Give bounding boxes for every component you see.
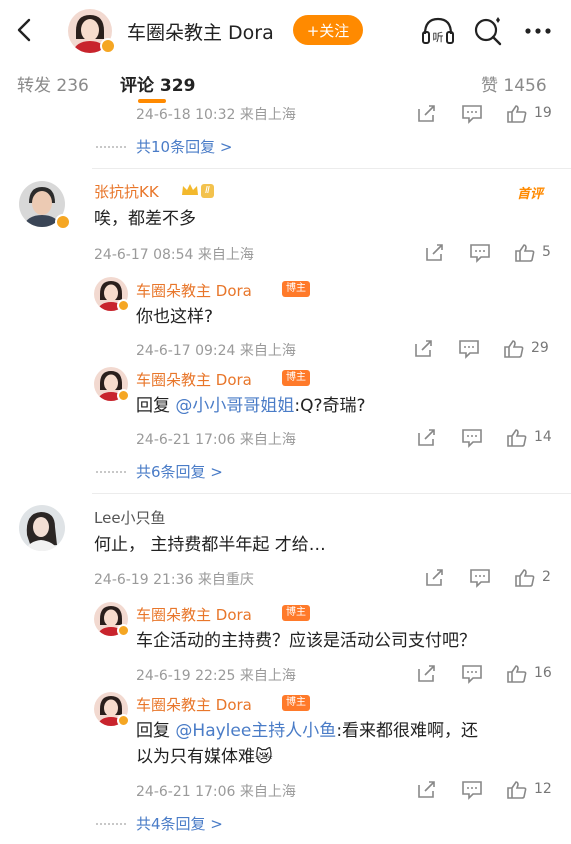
reply-dots — [96, 146, 126, 148]
follow-button[interactable]: +关注 — [293, 15, 363, 45]
reply-dots — [96, 823, 126, 825]
divider — [92, 493, 571, 494]
emoji: 😿 — [255, 747, 273, 767]
reply-username[interactable]: 车圈朵教主 Dora — [136, 604, 252, 625]
verified-icon — [117, 299, 130, 312]
mention-link[interactable]: @Haylee主持人小鱼 — [175, 721, 336, 741]
verified-icon — [100, 38, 116, 54]
comment-meta: 24-6-19 21:36 来自重庆 — [94, 572, 254, 588]
like-icon[interactable] — [506, 664, 528, 684]
tab-active-indicator — [138, 99, 166, 103]
like-count: 12 — [534, 781, 552, 797]
blogger-badge: 博主 — [282, 605, 310, 621]
comment-icon[interactable] — [461, 428, 483, 448]
like-icon[interactable] — [506, 428, 528, 448]
reply-text: 回复 @Haylee主持人小鱼:看来都很难啊，还 — [136, 721, 479, 741]
share-icon[interactable] — [416, 104, 438, 124]
comment-username[interactable]: 张抗抗KK — [94, 181, 159, 202]
reply-username[interactable]: 车圈朵教主 Dora — [136, 369, 252, 390]
tab-bar: 转发 236 评论 329 赞 1456 — [0, 62, 571, 104]
verified-icon — [117, 624, 130, 637]
share-icon[interactable] — [416, 428, 438, 448]
comment-icon[interactable] — [469, 568, 491, 588]
reply-username[interactable]: 车圈朵教主 Dora — [136, 694, 252, 715]
blogger-badge: 博主 — [282, 695, 310, 711]
like-icon[interactable] — [514, 243, 536, 263]
share-icon[interactable] — [424, 243, 446, 263]
blogger-badge: 博主 — [282, 370, 310, 386]
share-icon[interactable] — [416, 664, 438, 684]
tab-comment[interactable]: 评论 329 — [120, 71, 195, 96]
like-count: 14 — [534, 429, 552, 445]
comment-icon[interactable] — [461, 104, 483, 124]
blogger-badge: 博主 — [282, 281, 310, 297]
reply-username[interactable]: 车圈朵教主 Dora — [136, 280, 252, 301]
reply-text: 你也这样? — [136, 307, 214, 327]
more-replies-link[interactable]: 共4条回复 > — [136, 813, 223, 834]
like-icon[interactable] — [506, 104, 528, 124]
like-count: 19 — [534, 105, 552, 121]
search-icon[interactable] — [470, 14, 506, 48]
reply-dots — [96, 471, 126, 473]
reply-text-line2: 以为只有媒体难😿 — [136, 747, 273, 767]
mention-link[interactable]: @小小哥哥姐姐 — [175, 396, 294, 416]
share-icon[interactable] — [424, 568, 446, 588]
verified-icon — [117, 389, 130, 402]
comment-icon[interactable] — [469, 243, 491, 263]
listen-icon[interactable]: 听 — [420, 14, 456, 48]
reply-text: 回复 @小小哥哥姐姐:Q?奇瑞? — [136, 396, 366, 416]
like-count: 5 — [542, 244, 551, 260]
divider — [92, 168, 571, 169]
verified-icon — [117, 714, 130, 727]
top-bar: 车圈朵教主 Dora +关注 听 — [0, 0, 571, 62]
tab-like[interactable]: 赞 1456 — [481, 71, 547, 96]
crown-icon — [182, 184, 198, 195]
first-comment-tag: 首评 — [517, 187, 544, 202]
verified-icon — [55, 214, 71, 230]
like-icon[interactable] — [503, 339, 525, 359]
comment-meta: 24-6-17 08:54 来自上海 — [94, 247, 254, 263]
back-arrow-icon[interactable] — [12, 16, 38, 44]
reply-meta: 24-6-21 17:06 来自上海 — [136, 432, 296, 448]
comment-text: 唉，都差不多 — [94, 209, 196, 229]
more-icon[interactable] — [520, 14, 556, 48]
comment-icon[interactable] — [461, 664, 483, 684]
page-title: 车圈朵教主 Dora — [127, 22, 274, 44]
comment-text: 何止， 主持费都半年起 才给… — [94, 535, 326, 555]
share-icon[interactable] — [416, 780, 438, 800]
reply-meta: 24-6-17 09:24 来自上海 — [136, 343, 296, 359]
comment-icon[interactable] — [458, 339, 480, 359]
avatar[interactable] — [19, 505, 65, 551]
like-count: 16 — [534, 665, 552, 681]
reply-meta: 24-6-21 17:06 来自上海 — [136, 784, 296, 800]
tab-forward[interactable]: 转发 236 — [17, 71, 89, 96]
svg-text:听: 听 — [433, 31, 444, 44]
more-replies-link[interactable]: 共10条回复 > — [136, 136, 232, 157]
level-badge: Ⅱ — [201, 184, 214, 198]
reply-meta: 24-6-18 10:32 来自上海 — [136, 107, 296, 123]
share-icon[interactable] — [413, 339, 435, 359]
like-icon[interactable] — [514, 568, 536, 588]
reply-meta: 24-6-19 22:25 来自上海 — [136, 668, 296, 684]
like-count: 2 — [542, 569, 551, 585]
more-replies-link[interactable]: 共6条回复 > — [136, 461, 223, 482]
reply-text: 车企活动的主持费？应该是活动公司支付吧？ — [136, 631, 476, 651]
comment-icon[interactable] — [461, 780, 483, 800]
comment-username[interactable]: Lee小只鱼 — [94, 507, 166, 528]
like-icon[interactable] — [506, 780, 528, 800]
like-count: 29 — [531, 340, 549, 356]
